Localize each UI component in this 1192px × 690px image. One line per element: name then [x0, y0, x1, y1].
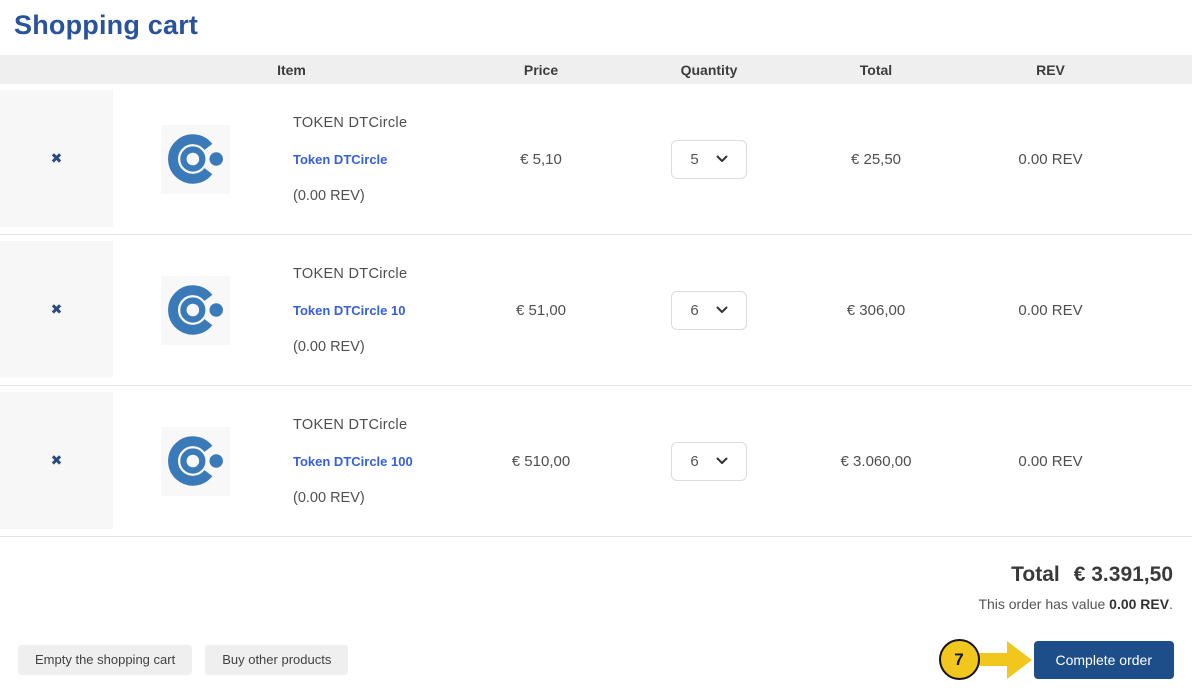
dtcircle-logo-icon — [167, 285, 223, 335]
column-header-item: Item — [277, 61, 306, 78]
quantity-cell: 6 — [612, 441, 806, 481]
order-rev-text: This order has value — [978, 596, 1110, 612]
remove-icon: ✖ — [50, 301, 63, 318]
item-link[interactable]: Token DTCircle 10 — [293, 303, 405, 318]
cart-table-header: Item Price Quantity Total REV — [0, 55, 1192, 84]
secondary-actions: Empty the shopping cart Buy other produc… — [18, 644, 349, 675]
shopping-cart-page: Shopping cart Item Price Quantity Total … — [0, 0, 1192, 690]
total-cell: € 25,50 — [850, 150, 902, 168]
item-link[interactable]: Token DTCircle 100 — [293, 454, 413, 469]
bottom-action-bar: Empty the shopping cart Buy other produc… — [0, 639, 1192, 690]
item-info-cell: TOKEN DTCircle Token DTCircle 10 (0.00 R… — [278, 266, 470, 355]
cart-row: ✖ TOKEN DTCircle Token DTCircle 100 (0.0… — [0, 386, 1192, 537]
item-info-cell: TOKEN DTCircle Token DTCircle (0.00 REV) — [278, 115, 470, 204]
complete-order-button[interactable]: Complete order — [1033, 640, 1174, 679]
page-title: Shopping cart — [14, 10, 199, 40]
quantity-value: 6 — [690, 452, 699, 470]
item-name: TOKEN DTCircle — [293, 416, 408, 433]
product-logo-tile[interactable] — [161, 275, 230, 345]
chevron-down-icon — [716, 155, 728, 162]
order-total-label: Total — [1011, 563, 1060, 586]
product-image-cell — [113, 275, 278, 345]
total-cell: € 3.060,00 — [840, 452, 912, 470]
price-cell: € 510,00 — [511, 452, 571, 470]
quantity-cell: 6 — [612, 290, 806, 330]
arrow-head — [1006, 640, 1032, 679]
item-rev-note: (0.00 REV) — [293, 338, 365, 355]
product-logo-tile[interactable] — [161, 426, 230, 496]
chevron-down-icon — [716, 306, 728, 313]
quantity-select[interactable]: 6 — [671, 290, 747, 330]
rev-cell: 0.00 REV — [1018, 150, 1083, 168]
empty-cart-button[interactable]: Empty the shopping cart — [18, 644, 193, 675]
order-total-line: Total € 3.391,50 — [0, 563, 1173, 587]
remove-item-button[interactable]: ✖ — [51, 454, 63, 468]
remove-item-cell: ✖ — [0, 90, 113, 227]
product-logo-tile[interactable] — [161, 124, 230, 194]
total-cell: € 306,00 — [846, 301, 906, 319]
item-name: TOKEN DTCircle — [293, 265, 408, 282]
buy-other-products-button[interactable]: Buy other products — [205, 644, 349, 675]
complete-order-area: 7 Complete order — [938, 639, 1174, 680]
order-total-value: € 3.391,50 — [1073, 563, 1173, 586]
remove-item-button[interactable]: ✖ — [51, 152, 63, 166]
column-header-price: Price — [523, 61, 559, 78]
product-image-cell — [113, 426, 278, 496]
quantity-value: 6 — [690, 301, 699, 319]
quantity-cell: 5 — [612, 139, 806, 179]
cart-row: ✖ TOKEN DTCircle Token DTCircle 10 (0.00… — [0, 235, 1192, 386]
rev-cell: 0.00 REV — [1018, 301, 1083, 319]
quantity-select[interactable]: 5 — [671, 139, 747, 179]
order-rev-line: This order has value 0.00 REV. — [0, 596, 1173, 612]
item-name: TOKEN DTCircle — [293, 114, 408, 131]
remove-item-cell: ✖ — [0, 241, 113, 378]
dtcircle-logo-icon — [167, 134, 223, 184]
remove-icon: ✖ — [50, 150, 63, 167]
chevron-down-icon — [716, 457, 728, 464]
column-header-quantity: Quantity — [680, 61, 738, 78]
price-cell: € 51,00 — [515, 301, 567, 319]
remove-icon: ✖ — [50, 452, 63, 469]
column-header-rev: REV — [1036, 61, 1065, 78]
remove-item-cell: ✖ — [0, 392, 113, 529]
quantity-select[interactable]: 6 — [671, 441, 747, 481]
step-7-annotation-badge: 7 — [938, 639, 980, 680]
product-image-cell — [113, 124, 278, 194]
dtcircle-logo-icon — [167, 436, 223, 486]
column-header-total: Total — [859, 61, 893, 78]
annotation-arrow-icon — [976, 640, 1032, 679]
title-bar: Shopping cart — [0, 0, 1192, 55]
item-rev-note: (0.00 REV) — [293, 187, 365, 204]
price-cell: € 5,10 — [520, 150, 562, 168]
order-summary: Total € 3.391,50 This order has value 0.0… — [0, 537, 1192, 612]
arrow-tail — [976, 653, 1007, 666]
item-link[interactable]: Token DTCircle — [293, 152, 387, 167]
quantity-value: 5 — [690, 150, 699, 168]
remove-item-button[interactable]: ✖ — [51, 303, 63, 317]
item-info-cell: TOKEN DTCircle Token DTCircle 100 (0.00 … — [278, 417, 470, 506]
cart-row: ✖ TOKEN DTCircle Token DTCircle (0.00 RE… — [0, 84, 1192, 235]
order-rev-suffix: . — [1169, 596, 1173, 612]
order-rev-value: 0.00 REV — [1109, 596, 1170, 612]
item-rev-note: (0.00 REV) — [293, 489, 365, 506]
rev-cell: 0.00 REV — [1018, 452, 1083, 470]
